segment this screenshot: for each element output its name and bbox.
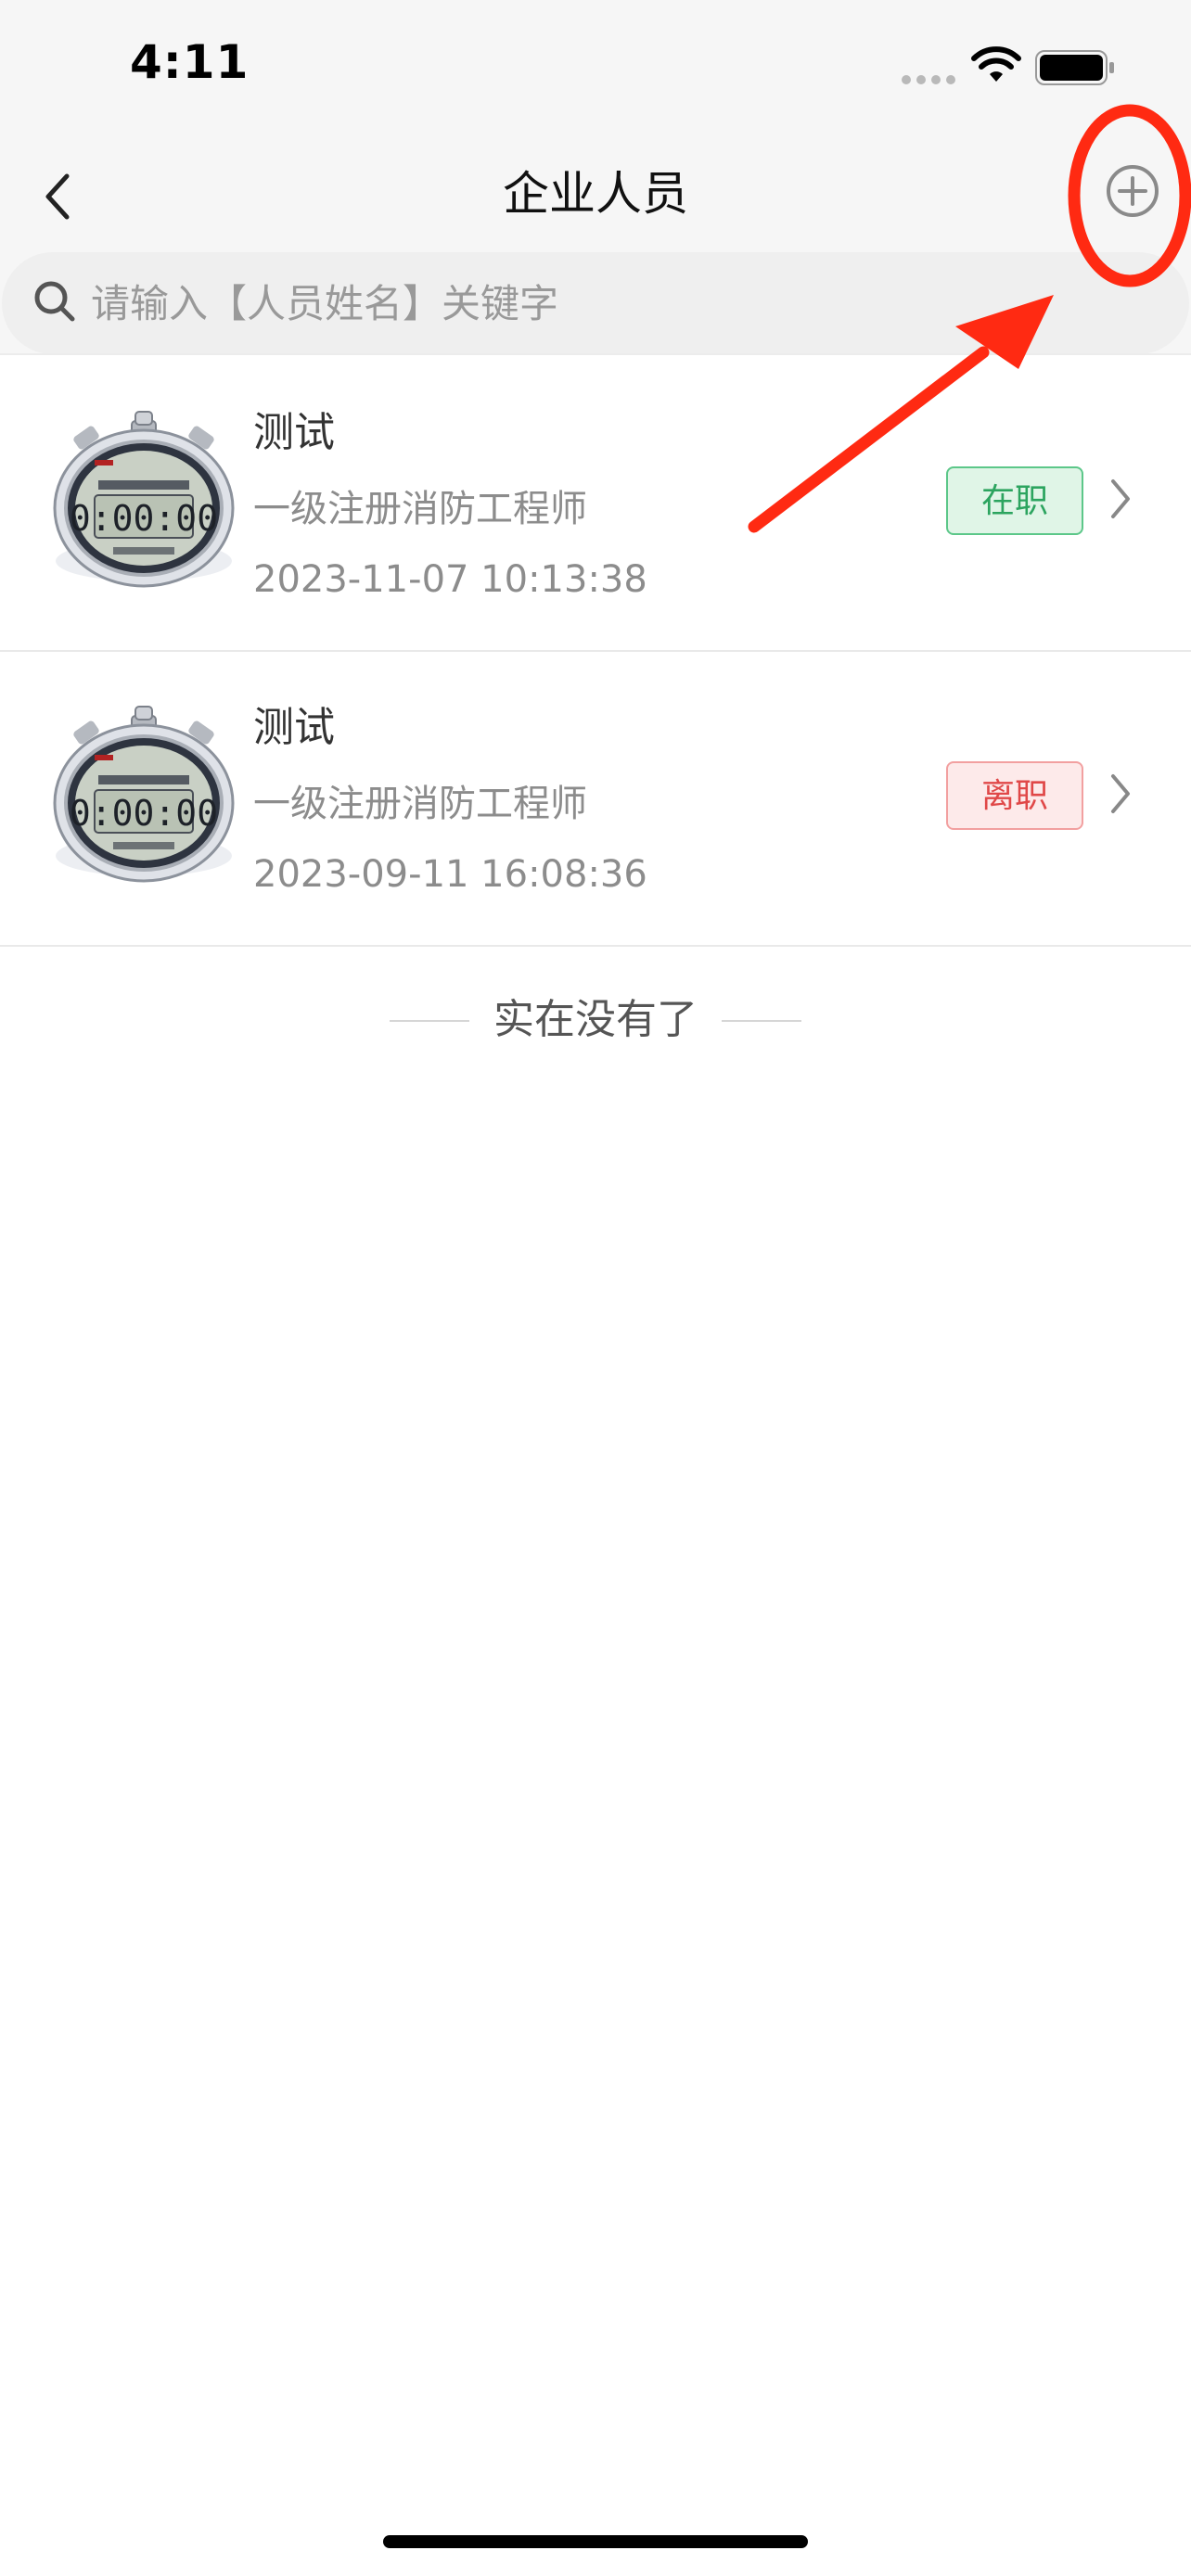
plus-circle-icon[interactable] (1104, 162, 1161, 220)
search-input[interactable] (91, 271, 1111, 336)
status-badge: 在职 (946, 466, 1083, 535)
status-bar: 4:11 (0, 0, 1191, 139)
item-role: 一级注册消防工程师 (253, 488, 587, 530)
signal-dots-icon (902, 75, 957, 84)
svg-text:0:00:00: 0:00:00 (70, 793, 218, 834)
chevron-right-icon[interactable] (1108, 771, 1133, 817)
stopwatch-image: 0:00:00 (48, 408, 239, 593)
item-time: 2023-11-07 10:13:38 (253, 558, 647, 601)
item-time: 2023-09-11 16:08:36 (253, 853, 647, 896)
status-badge: 离职 (946, 761, 1083, 830)
item-name: 测试 (253, 409, 335, 456)
status-time: 4:11 (130, 35, 250, 89)
item-role: 一级注册消防工程师 (253, 783, 587, 825)
search-area (0, 252, 1191, 354)
home-indicator (383, 2535, 808, 2548)
search-icon (34, 281, 75, 322)
list-end-text: 实在没有了 (493, 996, 698, 1043)
end-divider-right (722, 1020, 801, 1022)
stopwatch-image: 0:00:00 (48, 703, 239, 888)
nav-bar: 企业人员 (0, 139, 1191, 252)
item-name: 测试 (253, 704, 335, 751)
list-item[interactable]: 0:00:00 测试 一级注册消防工程师 2023-11-07 10:13:38… (0, 357, 1191, 652)
battery-icon (1035, 50, 1114, 85)
wifi-icon (971, 46, 1021, 82)
page-title: 企业人员 (503, 167, 688, 221)
search-box[interactable] (2, 252, 1189, 354)
chevron-right-icon[interactable] (1108, 476, 1133, 522)
svg-text:0:00:00: 0:00:00 (70, 498, 218, 539)
divider (0, 353, 1191, 355)
list-item[interactable]: 0:00:00 测试 一级注册消防工程师 2023-09-11 16:08:36… (0, 652, 1191, 947)
